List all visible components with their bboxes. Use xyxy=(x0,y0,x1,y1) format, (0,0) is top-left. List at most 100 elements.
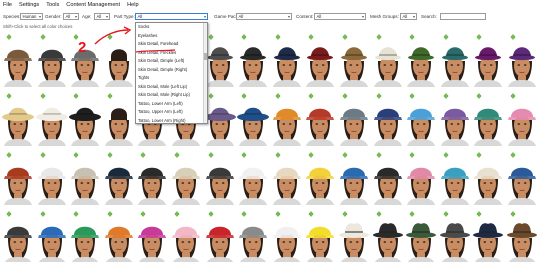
cas-item-thumbnail[interactable] xyxy=(337,90,370,146)
cas-item-thumbnail[interactable] xyxy=(1,208,34,262)
cas-item-thumbnail[interactable] xyxy=(303,149,336,205)
cas-item-thumbnail[interactable] xyxy=(102,149,135,205)
meshgroups-value: All xyxy=(402,14,408,19)
parttype-option[interactable]: Socks xyxy=(136,23,207,32)
meshgroups-label: Mesh Groups: xyxy=(370,14,399,19)
cas-item-thumbnail[interactable] xyxy=(505,208,538,262)
cas-item-thumbnail[interactable] xyxy=(505,90,538,146)
cas-item-thumbnail[interactable] xyxy=(337,149,370,205)
cas-item-thumbnail[interactable] xyxy=(236,31,269,87)
cas-item-thumbnail[interactable] xyxy=(303,31,336,87)
cas-item-thumbnail[interactable] xyxy=(505,149,538,205)
parttype-option[interactable]: Eyelashes xyxy=(136,32,207,41)
cas-item-thumbnail[interactable] xyxy=(303,90,336,146)
cas-item-thumbnail[interactable] xyxy=(505,31,538,87)
cas-item-thumbnail[interactable] xyxy=(35,31,68,87)
cas-item-thumbnail[interactable] xyxy=(438,90,471,146)
cas-item-thumbnail[interactable] xyxy=(371,31,404,87)
gender-select[interactable]: All ▾ xyxy=(63,13,79,20)
content-select[interactable]: All ▾ xyxy=(314,13,366,20)
cas-item-thumbnail[interactable] xyxy=(270,31,303,87)
cas-item-thumbnail[interactable] xyxy=(236,90,270,146)
parttype-option[interactable]: Tattoo, Upper Arm (Left) xyxy=(136,108,207,117)
cas-item-thumbnail[interactable] xyxy=(35,208,68,262)
cas-item-thumbnail[interactable] xyxy=(68,31,101,87)
cas-item-thumbnail[interactable] xyxy=(371,149,404,205)
sim-head-preview xyxy=(508,47,536,87)
scrollbar-thumb[interactable] xyxy=(203,53,207,60)
menu-tools[interactable]: Tools xyxy=(46,2,59,8)
cas-item-thumbnail[interactable] xyxy=(1,31,34,87)
age-select[interactable]: All ▾ xyxy=(94,13,110,20)
parttype-value: All xyxy=(137,14,143,19)
age-value: All xyxy=(96,14,102,19)
cas-item-thumbnail[interactable] xyxy=(1,90,34,146)
cas-item-thumbnail[interactable] xyxy=(404,31,437,87)
parttype-option[interactable]: Tights xyxy=(136,74,207,83)
menu-help[interactable]: Help xyxy=(127,2,139,8)
cas-item-thumbnail[interactable] xyxy=(236,149,269,205)
sim-head-preview xyxy=(508,167,536,205)
menu-content-management[interactable]: Content Management xyxy=(66,2,120,8)
cas-item-thumbnail[interactable] xyxy=(471,90,504,146)
cas-item-thumbnail[interactable] xyxy=(371,208,404,262)
cas-item-thumbnail[interactable] xyxy=(135,208,168,262)
cas-item-thumbnail[interactable] xyxy=(270,208,303,262)
parttype-option[interactable]: Skin Detail, Forehead xyxy=(136,40,207,49)
cas-item-thumbnail[interactable] xyxy=(35,90,68,146)
parttype-option[interactable]: Tattoo, Lower Arm (Left) xyxy=(136,100,207,109)
cas-item-thumbnail[interactable] xyxy=(471,31,504,87)
sim-head-preview xyxy=(474,108,503,146)
cas-item-thumbnail[interactable] xyxy=(68,208,101,262)
cas-item-thumbnail[interactable] xyxy=(270,90,303,146)
dropdown-scrollbar[interactable] xyxy=(203,23,207,123)
cas-item-thumbnail[interactable] xyxy=(404,208,437,262)
meshgroups-select[interactable]: All ▾ xyxy=(400,13,417,20)
cas-item-thumbnail[interactable] xyxy=(203,149,236,205)
cas-item-thumbnail[interactable] xyxy=(337,31,370,87)
cas-item-thumbnail[interactable] xyxy=(102,208,135,262)
cas-item-thumbnail[interactable] xyxy=(102,90,135,146)
sim-head-preview xyxy=(4,226,32,262)
cas-item-thumbnail[interactable] xyxy=(404,149,437,205)
parttype-option[interactable]: Skin Detail, Freckles xyxy=(136,49,207,58)
cas-item-thumbnail[interactable] xyxy=(438,31,471,87)
parttype-option[interactable]: Skin Detail, Mole (Left Lip) xyxy=(136,83,207,92)
cas-item-thumbnail[interactable] xyxy=(169,208,202,262)
cas-item-thumbnail[interactable] xyxy=(404,90,437,146)
menu-file[interactable]: File xyxy=(3,2,12,8)
parttype-option[interactable]: Skin Detail, Dimple (Right) xyxy=(136,66,207,75)
chevron-down-icon: ▾ xyxy=(412,14,415,19)
species-select[interactable]: Human ▾ xyxy=(20,13,43,20)
cas-item-thumbnail[interactable] xyxy=(337,208,370,262)
cas-item-thumbnail[interactable] xyxy=(102,31,135,87)
cas-item-thumbnail[interactable] xyxy=(371,90,404,146)
menu-settings[interactable]: Settings xyxy=(19,2,39,8)
cas-item-thumbnail[interactable] xyxy=(35,149,68,205)
age-label: Age: xyxy=(82,14,92,19)
parttype-option[interactable]: Skin Detail, Mole (Right Lip) xyxy=(136,91,207,100)
cas-item-thumbnail[interactable] xyxy=(135,149,168,205)
sim-head-preview xyxy=(205,226,234,262)
parttype-option[interactable]: Tattoo, Lower Arm (Right) xyxy=(136,117,207,124)
sim-head-preview xyxy=(373,108,402,146)
cas-item-thumbnail[interactable] xyxy=(270,149,303,205)
cas-item-thumbnail[interactable] xyxy=(68,149,101,205)
cas-item-thumbnail[interactable] xyxy=(303,208,336,262)
sim-head-preview xyxy=(203,107,236,146)
cas-item-thumbnail[interactable] xyxy=(438,208,471,262)
parttype-select[interactable]: All ▾ xyxy=(135,13,208,20)
cas-item-thumbnail[interactable] xyxy=(203,208,236,262)
cas-item-thumbnail[interactable] xyxy=(169,149,202,205)
search-input[interactable] xyxy=(440,13,486,20)
gamepack-select[interactable]: All ▾ xyxy=(236,13,292,20)
gender-value: All xyxy=(65,14,71,19)
cas-item-thumbnail[interactable] xyxy=(236,208,269,262)
cas-item-thumbnail[interactable] xyxy=(1,149,34,205)
cas-item-thumbnail[interactable] xyxy=(471,208,504,262)
parttype-option[interactable]: Skin Detail, Dimple (Left) xyxy=(136,57,207,66)
cas-item-thumbnail[interactable] xyxy=(471,149,504,205)
sim-head-preview xyxy=(473,223,504,262)
cas-item-thumbnail[interactable] xyxy=(68,90,102,146)
cas-item-thumbnail[interactable] xyxy=(438,149,471,205)
